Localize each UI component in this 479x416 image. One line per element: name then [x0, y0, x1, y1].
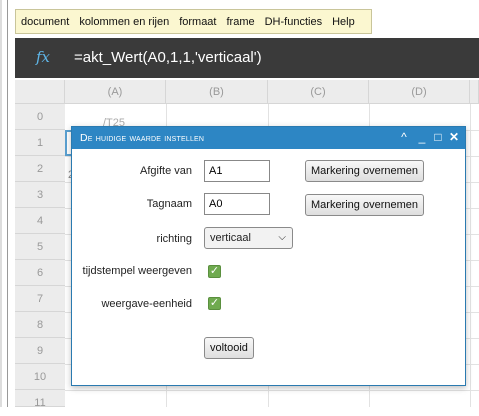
formula-text[interactable]: =akt_Wert(A0,1,1,'verticaal') [74, 49, 262, 66]
tijdstempel-checkbox[interactable]: ✓ [208, 265, 221, 278]
menu-dh-functies[interactable]: DH-functies [260, 16, 327, 28]
fx-icon: fx [36, 48, 51, 66]
window-edge [0, 0, 2, 407]
collapse-icon[interactable]: ^ [397, 130, 411, 144]
row-header-11[interactable]: 11 [15, 390, 65, 409]
formula-bar: fx =akt_Wert(A0,1,1,'verticaal') [15, 38, 479, 78]
voltooid-button[interactable]: voltooid [204, 337, 254, 359]
tijdstempel-label: tijdstempel weergeven [82, 265, 192, 277]
menubar: document kolommen en rijen formaat frame… [15, 9, 372, 34]
row-header-3[interactable]: 3 [15, 182, 65, 208]
corner-header[interactable] [15, 80, 65, 104]
tagnaam-label: Tagnaam [146, 198, 192, 210]
row-header-0[interactable]: 0 [15, 104, 65, 130]
grid-line [65, 390, 479, 391]
richting-value: verticaal [210, 232, 251, 244]
set-value-dialog: De huidige waarde instellen ^ _ □ ✕ Afgi… [71, 126, 466, 386]
eenheid-checkbox[interactable]: ✓ [208, 297, 221, 310]
dialog-title: De huidige waarde instellen [80, 132, 205, 144]
menu-formaat[interactable]: formaat [174, 16, 221, 28]
row-header-4[interactable]: 4 [15, 208, 65, 234]
menu-kolommen-en-rijen[interactable]: kolommen en rijen [74, 16, 174, 28]
menu-frame[interactable]: frame [221, 16, 259, 28]
row-header-6[interactable]: 6 [15, 260, 65, 286]
row-header-9[interactable]: 9 [15, 338, 65, 364]
close-icon[interactable]: ✕ [447, 130, 461, 144]
tagnaam-input[interactable] [204, 193, 270, 215]
afgifte-input[interactable] [204, 160, 270, 182]
row-header-1[interactable]: 1 [15, 130, 65, 156]
markering-overnemen-button-1[interactable]: Markering overnemen [305, 160, 424, 182]
maximize-icon[interactable]: □ [431, 130, 445, 144]
row-header-8[interactable]: 8 [15, 312, 65, 338]
menu-document[interactable]: document [16, 16, 74, 28]
eenheid-label: weergave-eenheid [101, 298, 192, 310]
column-header-b[interactable]: (B) [166, 80, 268, 104]
row-header-10[interactable]: 10 [15, 364, 65, 390]
column-header-a[interactable]: (A) [65, 80, 166, 104]
column-header-c[interactable]: (C) [268, 80, 369, 104]
chevron-down-icon: ⌵ [278, 232, 286, 243]
row-header-7[interactable]: 7 [15, 286, 65, 312]
dialog-titlebar[interactable]: De huidige waarde instellen ^ _ □ ✕ [72, 127, 465, 149]
richting-label: richting [156, 233, 192, 245]
row-header-5[interactable]: 5 [15, 234, 65, 260]
column-header-e[interactable] [470, 80, 479, 104]
minimize-icon[interactable]: _ [415, 130, 429, 144]
menu-help[interactable]: Help [327, 16, 360, 28]
richting-select[interactable]: verticaal ⌵ [204, 227, 293, 249]
grid-line [470, 104, 471, 407]
window-edge-line [7, 0, 8, 407]
markering-overnemen-button-2[interactable]: Markering overnemen [305, 194, 424, 216]
afgifte-label: Afgifte van [140, 165, 192, 177]
column-header-d[interactable]: (D) [369, 80, 470, 104]
row-header-2[interactable]: 2 [15, 156, 65, 182]
